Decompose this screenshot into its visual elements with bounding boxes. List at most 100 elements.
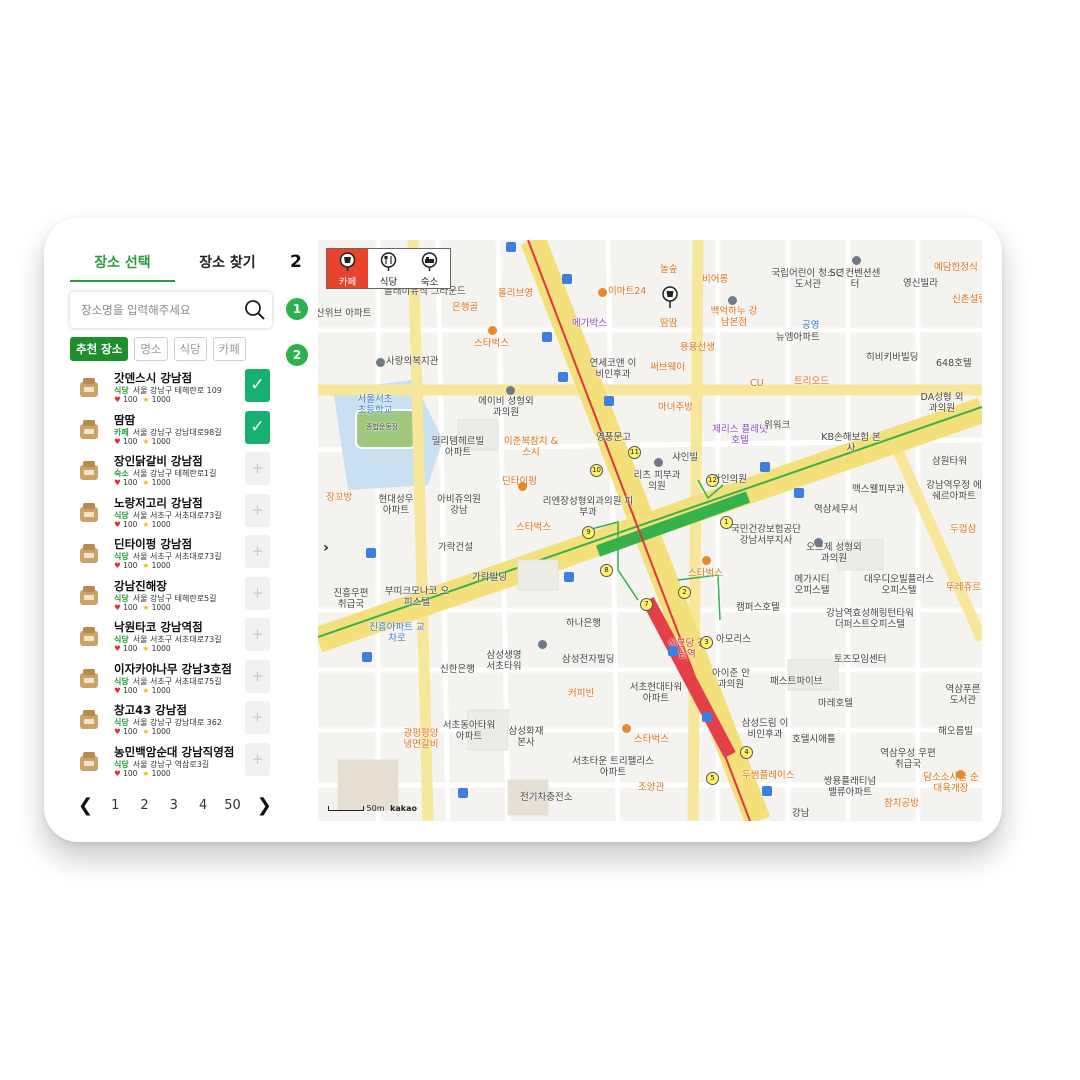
place-add-button[interactable]: + — [245, 742, 270, 776]
selected-place-marker-icon[interactable] — [662, 286, 678, 308]
map-category-label: 숙소 — [420, 277, 439, 288]
place-list-item[interactable]: 딘타이펑 강남점 식당 서울 서초구 서초대로73길 ♥ 100 ★ 1000 + — [78, 534, 270, 576]
place-thumbnail — [78, 541, 100, 565]
place-list-item[interactable]: 강남진해장 식당 서울 강남구 테헤란로5길 ♥ 100 ★ 1000 + — [78, 576, 270, 618]
filter-recommended[interactable]: 추천 장소 — [70, 337, 129, 361]
app-card: 장소 선택 장소 찾기 2 1 추천 장소 명소 식당 카페 2 갓덴스시 강남… — [44, 218, 1002, 842]
place-add-button[interactable]: + — [245, 452, 270, 485]
pagination: ❮ 1 2 3 4 50 ❯ — [78, 792, 278, 818]
place-list-item[interactable]: 농민백암순대 강남직영점 식당 서울 강남구 역삼로3길 ♥ 100 ★ 1000 + — [78, 742, 270, 784]
page-3[interactable]: 3 — [170, 798, 178, 813]
map-label: 가락빌딩 — [472, 572, 507, 583]
place-add-button[interactable]: + — [245, 659, 270, 693]
star-icon: ★ — [142, 395, 150, 404]
map-view[interactable]: 산위브 아파트 놀래미뮤직 그라운드 은행골 올리브영 이마트24 메가박스 놀… — [318, 240, 982, 821]
heart-icon: ♥ — [114, 727, 121, 736]
place-category: 카페 — [114, 427, 129, 437]
place-likes: 100 — [123, 727, 138, 736]
place-selected-check-button[interactable]: ✓ — [245, 369, 270, 402]
map-category-cafe[interactable]: 카페 — [327, 249, 368, 288]
star-icon: ★ — [142, 478, 150, 487]
map-label: SC 컨벤션센터 — [829, 268, 881, 290]
star-icon: ★ — [142, 727, 150, 736]
place-stats: ♥ 100 ★ 1000 — [114, 437, 171, 446]
map-label: 사랑의복지관 — [386, 356, 439, 367]
page-4[interactable]: 4 — [199, 798, 207, 813]
place-stats: ♥ 100 ★ 1000 — [114, 769, 171, 778]
place-rating: 1000 — [151, 519, 171, 529]
heart-icon: ♥ — [114, 685, 121, 695]
map-label: DA성형 외과의원 — [920, 392, 964, 414]
stop-number-badge: 12 — [706, 474, 719, 487]
page-50[interactable]: 50 — [224, 798, 241, 813]
place-add-button[interactable]: + — [245, 618, 270, 651]
place-list-item[interactable]: 이자카야나무 강남3호점 식당 서울 서초구 서초대로75길 ♥ 100 ★ 1000 + — [78, 659, 270, 701]
next-page-icon[interactable]: ❯ — [257, 795, 272, 816]
search-icon[interactable] — [244, 299, 266, 321]
tab-select-place[interactable]: 장소 선택 — [70, 248, 175, 282]
stop-number-badge: 9 — [582, 526, 595, 539]
place-thumbnail — [78, 707, 100, 731]
place-stats: ♥ 100 ★ 1000 — [114, 686, 171, 695]
poi-marker — [956, 770, 965, 779]
map-provider-logo: kakao — [390, 804, 418, 813]
place-add-button[interactable]: + — [245, 493, 270, 527]
place-list-item[interactable]: 장인닭갈비 강남점 숙소 서울 강남구 테헤란로1길 ♥ 100 ★ 1000 + — [78, 451, 270, 493]
place-thumbnail — [78, 375, 100, 399]
map-expand-arrow-icon[interactable]: › — [318, 534, 334, 562]
place-category: 식당 — [114, 759, 129, 769]
map-label: 전기차충전소 — [520, 792, 573, 803]
stop-number-badge: 7 — [640, 598, 653, 611]
map-label: 스타벅스 — [688, 568, 723, 579]
map-label: 삼원타워 — [932, 456, 967, 467]
map-category-lodging[interactable]: 숙소 — [409, 249, 450, 288]
place-category: 식당 — [114, 676, 129, 686]
place-address: 서울 서초구 서초대로73길 — [132, 552, 222, 561]
map-category-restaurant[interactable]: 식당 — [368, 249, 409, 288]
map-label: 이춘복참치 &스시 — [503, 436, 559, 458]
place-category: 식당 — [114, 386, 129, 395]
place-list-item[interactable]: 땀땀 카페 서울 강남구 강남대로98길 ♥ 100 ★ 1000 ✓ — [78, 410, 270, 452]
place-category: 식당 — [114, 552, 129, 561]
filter-restaurant[interactable]: 식당 — [173, 337, 207, 361]
poi-marker — [376, 358, 385, 367]
map-label: 신한은행 — [440, 664, 475, 675]
heart-icon: ♥ — [114, 644, 121, 653]
place-rating: 1000 — [151, 561, 171, 570]
place-list-item[interactable]: 창고43 강남점 식당 서울 강남구 강남대로 362 ♥ 100 ★ 1000 + — [78, 700, 270, 742]
page-1[interactable]: 1 — [111, 798, 119, 813]
map-label: 맥스웰피부과 — [852, 484, 905, 495]
search-input[interactable] — [70, 292, 230, 328]
plus-icon: + — [251, 749, 264, 768]
place-rating: 1000 — [151, 436, 171, 446]
map-label: 진흥아파트 교차로 — [369, 622, 425, 644]
map-category-label: 카페 — [338, 277, 357, 288]
map-label: 두썸플레이스 — [742, 770, 795, 781]
place-list-item[interactable]: 갓덴스시 강남점 식당 서울 강남구 테헤란로 109 ♥ 100 ★ 1000 ✓ — [78, 368, 270, 410]
filter-cafe[interactable]: 카페 — [212, 337, 246, 361]
star-icon: ★ — [142, 644, 150, 653]
tab-find-place[interactable]: 장소 찾기 — [175, 248, 280, 282]
place-list-item[interactable]: 낙원타코 강남역점 식당 서울 서초구 서초대로73길 ♥ 100 ★ 1000 + — [78, 617, 270, 659]
place-likes: 100 — [123, 478, 138, 487]
poi-marker — [728, 296, 737, 305]
bus-stop-icon — [366, 548, 376, 558]
place-add-button[interactable]: + — [245, 576, 270, 610]
restaurant-pin-icon — [380, 252, 397, 271]
filter-attraction[interactable]: 명소 — [134, 337, 168, 361]
step-badge-2: 2 — [286, 344, 308, 366]
poi-marker — [488, 326, 497, 335]
map-label: 커피빈 — [568, 688, 595, 699]
place-list-item[interactable]: 노랑저고리 강남점 식당 서울 서초구 서초대로73길 ♥ 100 ★ 1000 + — [78, 493, 270, 535]
map-label: 종합운동장 — [366, 423, 399, 431]
page-2[interactable]: 2 — [140, 798, 148, 813]
place-selected-check-button[interactable]: ✓ — [245, 410, 270, 444]
prev-page-icon[interactable]: ❮ — [78, 795, 93, 816]
place-add-button[interactable]: + — [245, 535, 270, 568]
place-add-button[interactable]: + — [245, 701, 270, 734]
place-thumbnail — [78, 458, 100, 482]
bus-stop-icon — [458, 788, 468, 798]
bus-stop-icon — [562, 274, 572, 284]
step-indicator-top: 2 — [290, 252, 302, 272]
bus-stop-icon — [506, 242, 516, 252]
